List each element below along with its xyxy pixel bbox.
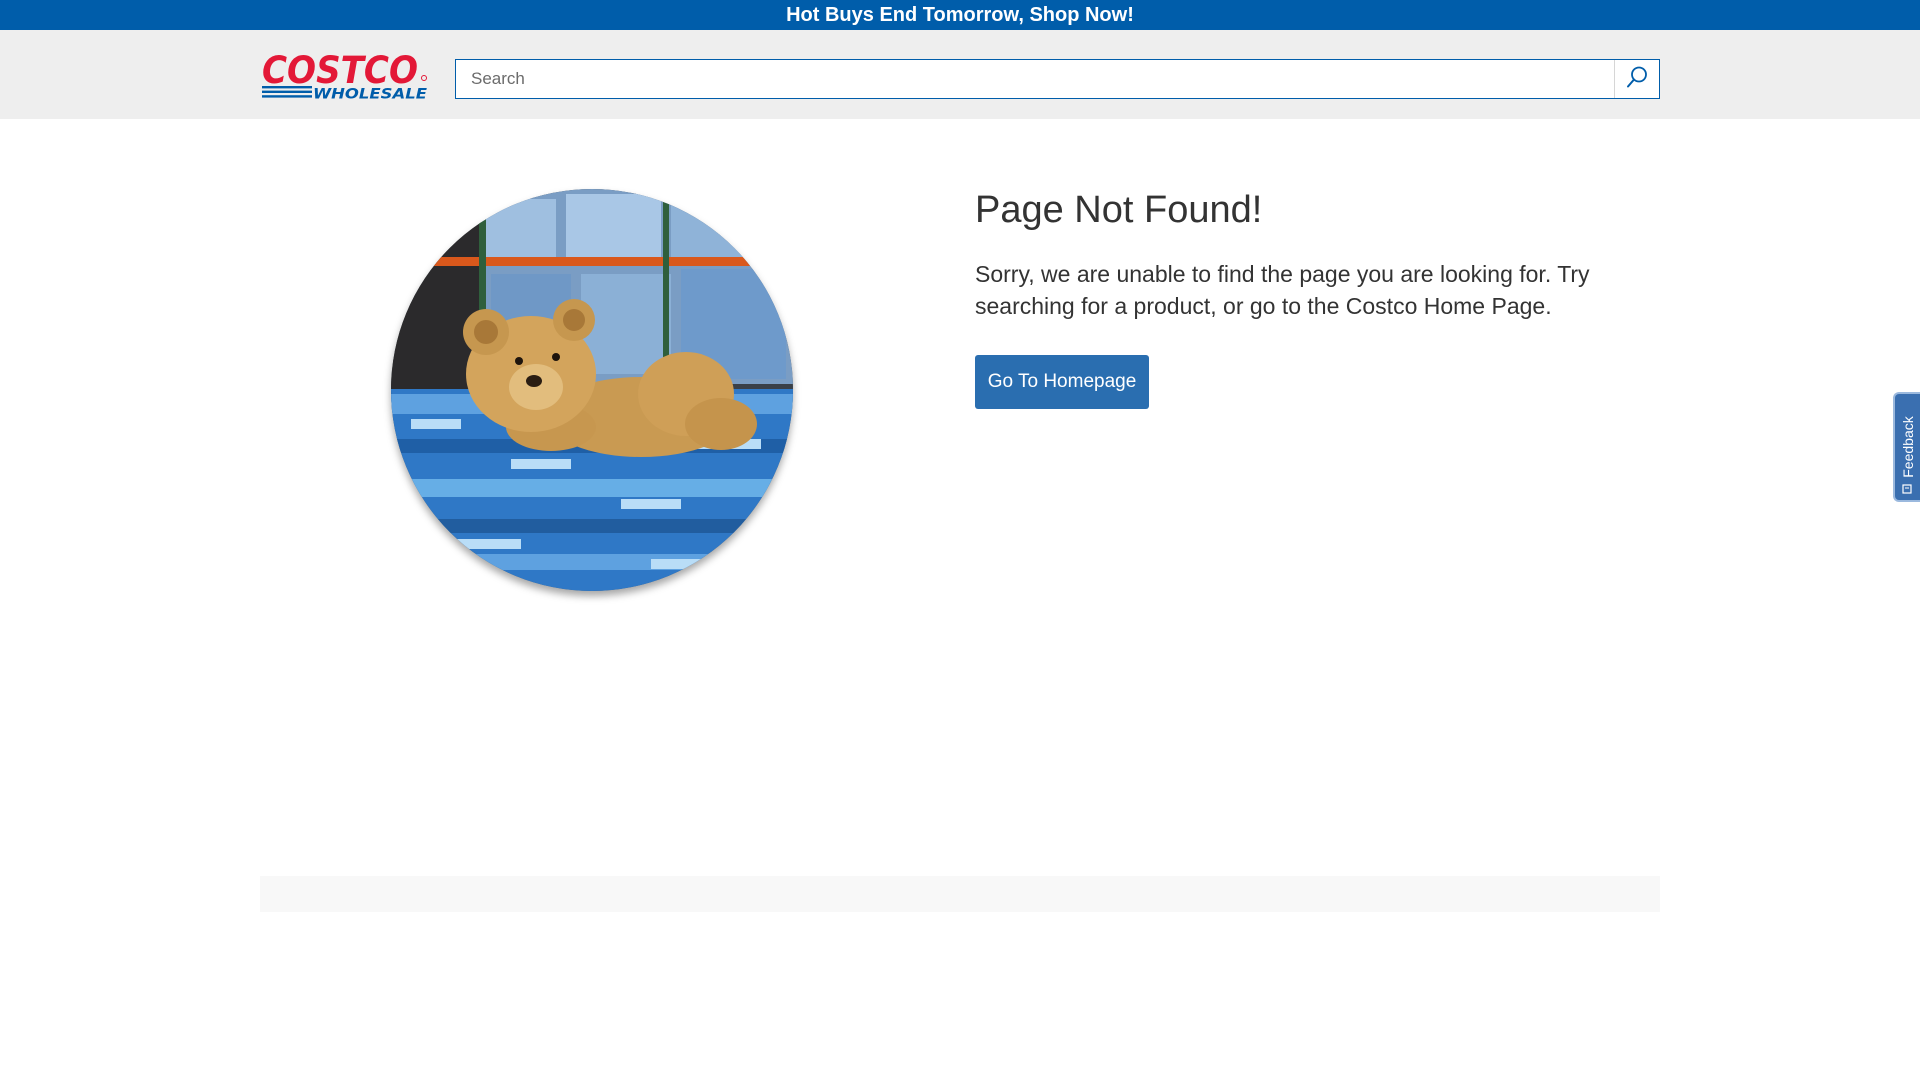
page-title: Page Not Found! (975, 189, 1263, 231)
teddy-bear-image (391, 189, 793, 591)
search-input[interactable] (456, 60, 1614, 98)
go-to-homepage-button[interactable]: Go To Homepage (975, 355, 1149, 409)
logo-wholesale-text: WHOLESALE (313, 87, 428, 102)
footer-placeholder (260, 876, 1660, 912)
costco-logo[interactable]: COSTCO WHOLESALE (261, 49, 429, 103)
feedback-tab[interactable]: Feedback (1893, 392, 1920, 502)
site-header: COSTCO WHOLESALE (0, 30, 1920, 119)
search-button[interactable] (1614, 60, 1659, 98)
search-icon (1625, 65, 1649, 94)
search-bar (455, 59, 1660, 99)
feedback-icon (1902, 481, 1912, 494)
promo-banner[interactable]: Hot Buys End Tomorrow, Shop Now! (0, 0, 1920, 30)
promo-banner-text[interactable]: Hot Buys End Tomorrow, Shop Now! (786, 4, 1134, 27)
feedback-label: Feedback (1899, 416, 1916, 478)
error-message: Sorry, we are unable to find the page yo… (975, 261, 1590, 319)
